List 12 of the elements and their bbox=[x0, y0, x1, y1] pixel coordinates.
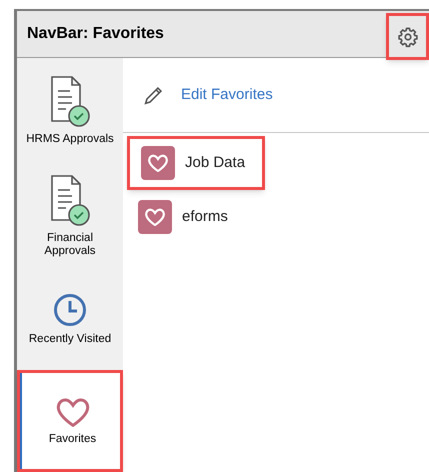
window-title: NavBar: Favorites bbox=[27, 24, 164, 44]
document-check-icon bbox=[50, 174, 90, 226]
heart-icon bbox=[56, 396, 90, 427]
clock-icon bbox=[53, 293, 87, 328]
edit-favorites-link[interactable]: Edit Favorites bbox=[123, 58, 429, 133]
settings-button[interactable] bbox=[386, 13, 429, 60]
pencil-icon bbox=[143, 84, 164, 106]
sidebar-item[interactable]: Favorites bbox=[17, 370, 123, 472]
settings-icon bbox=[396, 26, 418, 48]
favorite-item[interactable]: eforms bbox=[127, 190, 265, 244]
document-check-icon bbox=[50, 75, 90, 128]
favorite-item[interactable]: Job Data bbox=[127, 136, 265, 190]
